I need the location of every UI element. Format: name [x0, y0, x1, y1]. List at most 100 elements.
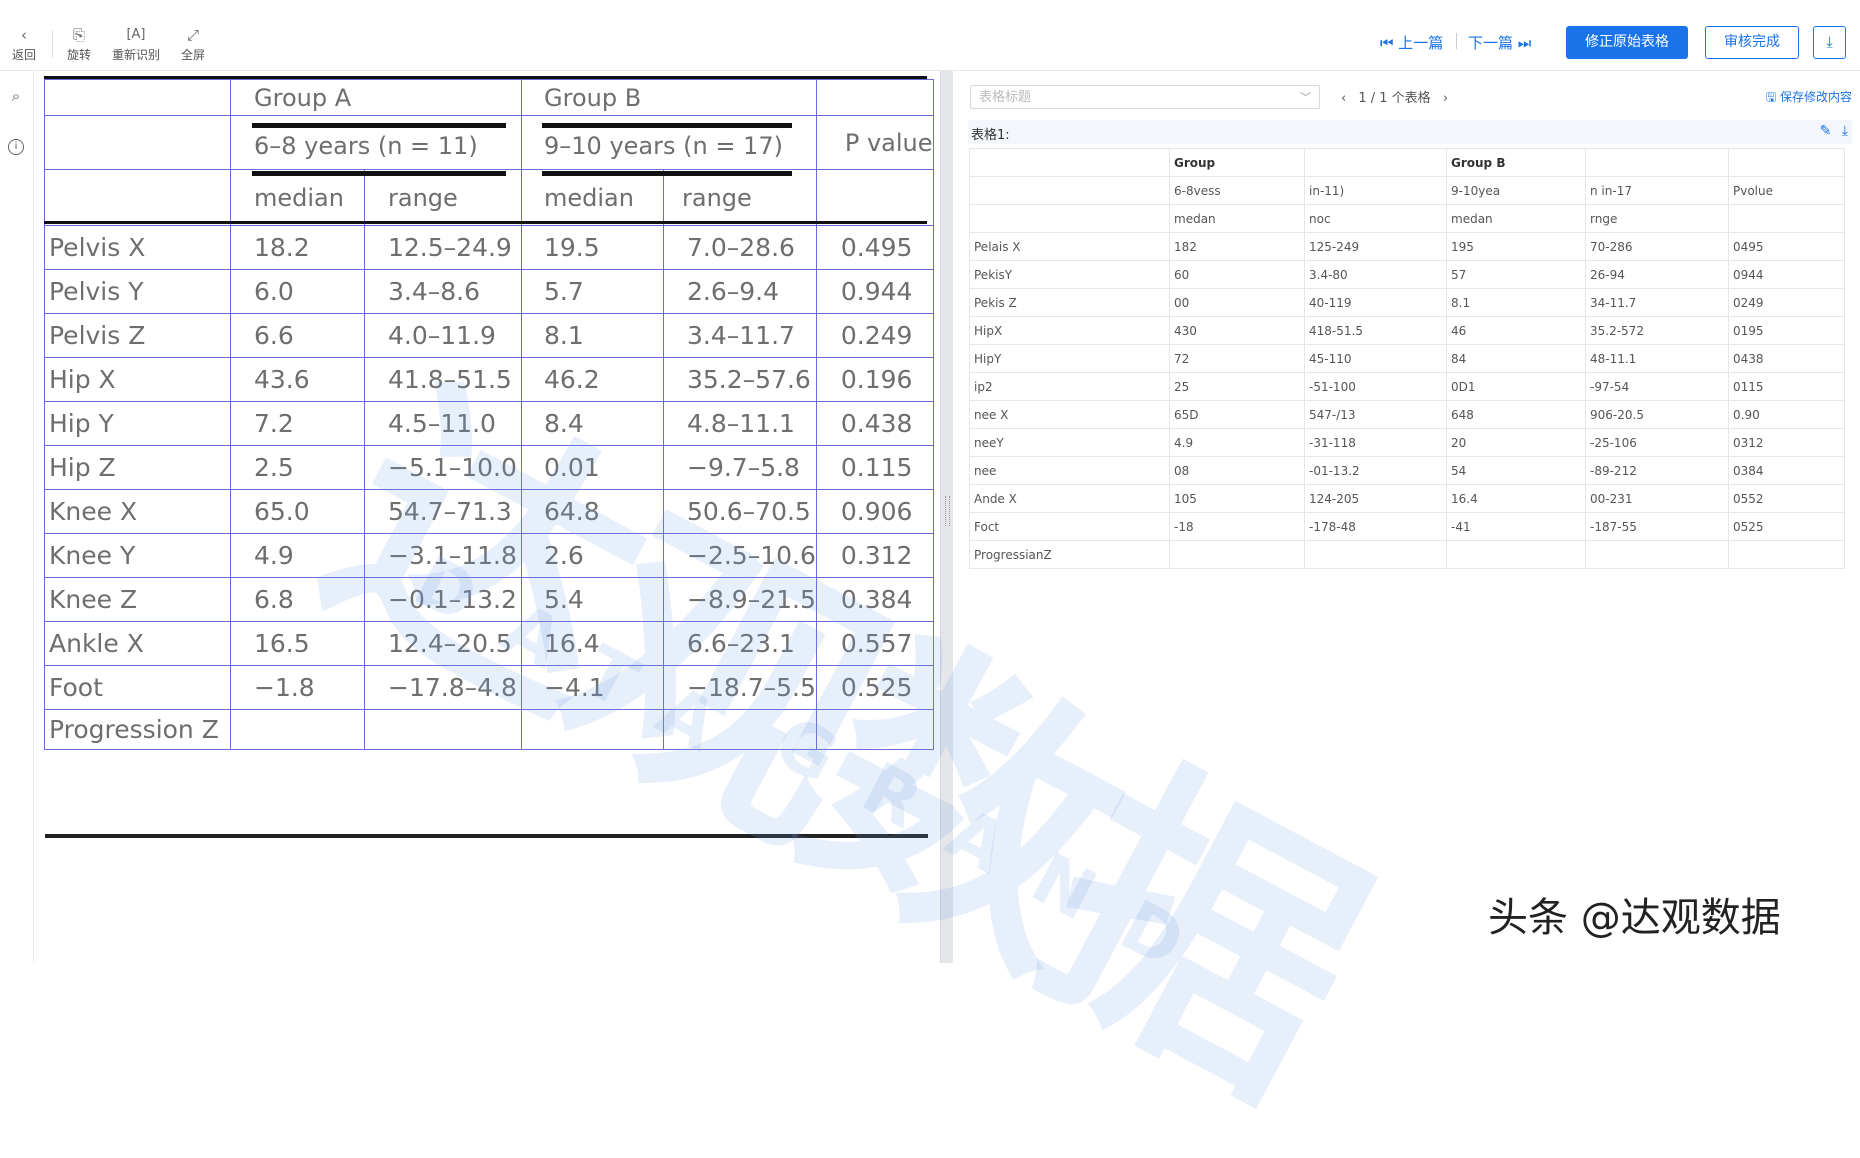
table-cell[interactable] [969, 176, 1170, 205]
table-cell[interactable]: Pelais X [969, 232, 1170, 261]
table-cell[interactable]: 906-20.5 [1585, 400, 1729, 429]
reocr-button[interactable]: [A] 重新识别 [108, 25, 164, 63]
table-cell[interactable]: 3.4-80 [1304, 260, 1447, 289]
table-cell[interactable] [1728, 148, 1845, 177]
table-cell[interactable]: 430 [1169, 316, 1305, 345]
table-cell[interactable]: PekisY [969, 260, 1170, 289]
search-icon[interactable]: ⌕ [7, 87, 25, 105]
table-cell[interactable] [969, 148, 1170, 177]
table-cell[interactable]: HipY [969, 344, 1170, 373]
table-cell[interactable]: 0312 [1728, 428, 1845, 457]
table-cell[interactable] [1304, 540, 1447, 569]
table-cell[interactable]: 105 [1169, 484, 1305, 513]
download-button[interactable]: ⤓ [1813, 26, 1846, 59]
table-cell[interactable]: 547-/13 [1304, 400, 1447, 429]
table-cell[interactable]: 60 [1169, 260, 1305, 289]
fix-table-button[interactable]: 修正原始表格 [1566, 26, 1688, 59]
table-cell[interactable]: 195 [1446, 232, 1586, 261]
info-icon[interactable]: i [8, 139, 24, 155]
table-cell[interactable]: Group B [1446, 148, 1586, 177]
table-cell[interactable]: in-11) [1304, 176, 1447, 205]
table-cell[interactable]: 46 [1446, 316, 1586, 345]
table-cell[interactable]: 48-11.1 [1585, 344, 1729, 373]
table-cell[interactable]: -187-55 [1585, 512, 1729, 541]
table-cell[interactable]: n in-17 [1585, 176, 1729, 205]
table-cell[interactable] [969, 204, 1170, 233]
table-cell[interactable]: 0195 [1728, 316, 1845, 345]
table-cell[interactable]: 40-119 [1304, 288, 1447, 317]
table-cell[interactable]: 0525 [1728, 512, 1845, 541]
table-cell[interactable]: 25 [1169, 372, 1305, 401]
table-cell[interactable]: ProgressianZ [969, 540, 1170, 569]
table-cell[interactable] [1304, 148, 1447, 177]
table-cell[interactable]: 0249 [1728, 288, 1845, 317]
prev-table-icon[interactable]: ‹ [1341, 91, 1346, 106]
table-cell[interactable]: Foct [969, 512, 1170, 541]
prev-doc-link[interactable]: ⏮ 上一篇 [1380, 32, 1443, 53]
table-cell[interactable]: -41 [1446, 512, 1586, 541]
table-cell[interactable]: 45-110 [1304, 344, 1447, 373]
table-cell[interactable]: -01-13.2 [1304, 456, 1447, 485]
table-cell[interactable] [1585, 148, 1729, 177]
table-cell[interactable]: -97-54 [1585, 372, 1729, 401]
table-cell[interactable]: 6-8vess [1169, 176, 1305, 205]
splitter-grip-icon[interactable] [945, 496, 950, 526]
table-cell[interactable]: 70-286 [1585, 232, 1729, 261]
table-cell[interactable]: noc [1304, 204, 1447, 233]
table-cell[interactable]: -18 [1169, 512, 1305, 541]
table-cell[interactable] [1728, 204, 1845, 233]
table-cell[interactable]: 20 [1446, 428, 1586, 457]
table-cell[interactable]: 0944 [1728, 260, 1845, 289]
table-cell[interactable]: 0115 [1728, 372, 1845, 401]
table-cell[interactable]: 0552 [1728, 484, 1845, 513]
table-cell[interactable]: rnge [1585, 204, 1729, 233]
table-cell[interactable]: 182 [1169, 232, 1305, 261]
table-cell[interactable]: 124-205 [1304, 484, 1447, 513]
rotate-button[interactable]: ⎘ 旋转 [56, 25, 102, 63]
table-cell[interactable]: ip2 [969, 372, 1170, 401]
table-cell[interactable]: medan [1169, 204, 1305, 233]
table-cell[interactable]: 00 [1169, 288, 1305, 317]
table-cell[interactable]: 26-94 [1585, 260, 1729, 289]
table-cell[interactable]: Group [1169, 148, 1305, 177]
table-cell[interactable]: 0495 [1728, 232, 1845, 261]
table-cell[interactable]: 418-51.5 [1304, 316, 1447, 345]
next-table-icon[interactable]: › [1443, 91, 1448, 106]
table-title-select[interactable]: 表格标题 ﹀ [970, 85, 1320, 109]
table-cell[interactable]: 65D [1169, 400, 1305, 429]
table-cell[interactable]: Pekis Z [969, 288, 1170, 317]
next-doc-link[interactable]: 下一篇 ⏭ [1468, 32, 1531, 53]
table-cell[interactable]: 16.4 [1446, 484, 1586, 513]
table-cell[interactable]: 8.1 [1446, 288, 1586, 317]
table-cell[interactable]: 125-249 [1304, 232, 1447, 261]
table-cell[interactable] [1169, 540, 1305, 569]
table-cell[interactable]: 0384 [1728, 456, 1845, 485]
table-cell[interactable]: 0.90 [1728, 400, 1845, 429]
review-done-button[interactable]: 审核完成 [1705, 26, 1799, 59]
table-cell[interactable]: Pvolue [1728, 176, 1845, 205]
table-cell[interactable]: 72 [1169, 344, 1305, 373]
edit-icon[interactable]: ✎ [1820, 123, 1832, 139]
table-cell[interactable]: 00-231 [1585, 484, 1729, 513]
table-cell[interactable] [1585, 540, 1729, 569]
save-changes-link[interactable]: 🖫 保存修改内容 [1766, 88, 1852, 109]
table-cell[interactable]: -25-106 [1585, 428, 1729, 457]
table-cell[interactable]: neeY [969, 428, 1170, 457]
table-cell[interactable]: Ande X [969, 484, 1170, 513]
table-cell[interactable]: -89-212 [1585, 456, 1729, 485]
table-cell[interactable]: 34-11.7 [1585, 288, 1729, 317]
table-cell[interactable]: 648 [1446, 400, 1586, 429]
table-cell[interactable]: nee [969, 456, 1170, 485]
panel-splitter[interactable] [940, 71, 953, 963]
table-cell[interactable]: nee X [969, 400, 1170, 429]
table-cell[interactable]: -178-48 [1304, 512, 1447, 541]
table-cell[interactable]: medan [1446, 204, 1586, 233]
table-cell[interactable]: 84 [1446, 344, 1586, 373]
table-cell[interactable]: -31-118 [1304, 428, 1447, 457]
table-cell[interactable]: -51-100 [1304, 372, 1447, 401]
table-cell[interactable]: 54 [1446, 456, 1586, 485]
back-button[interactable]: ‹ 返回 [1, 25, 47, 63]
table-cell[interactable]: 9-10yea [1446, 176, 1586, 205]
table-cell[interactable] [1446, 540, 1586, 569]
table-cell[interactable]: 0D1 [1446, 372, 1586, 401]
